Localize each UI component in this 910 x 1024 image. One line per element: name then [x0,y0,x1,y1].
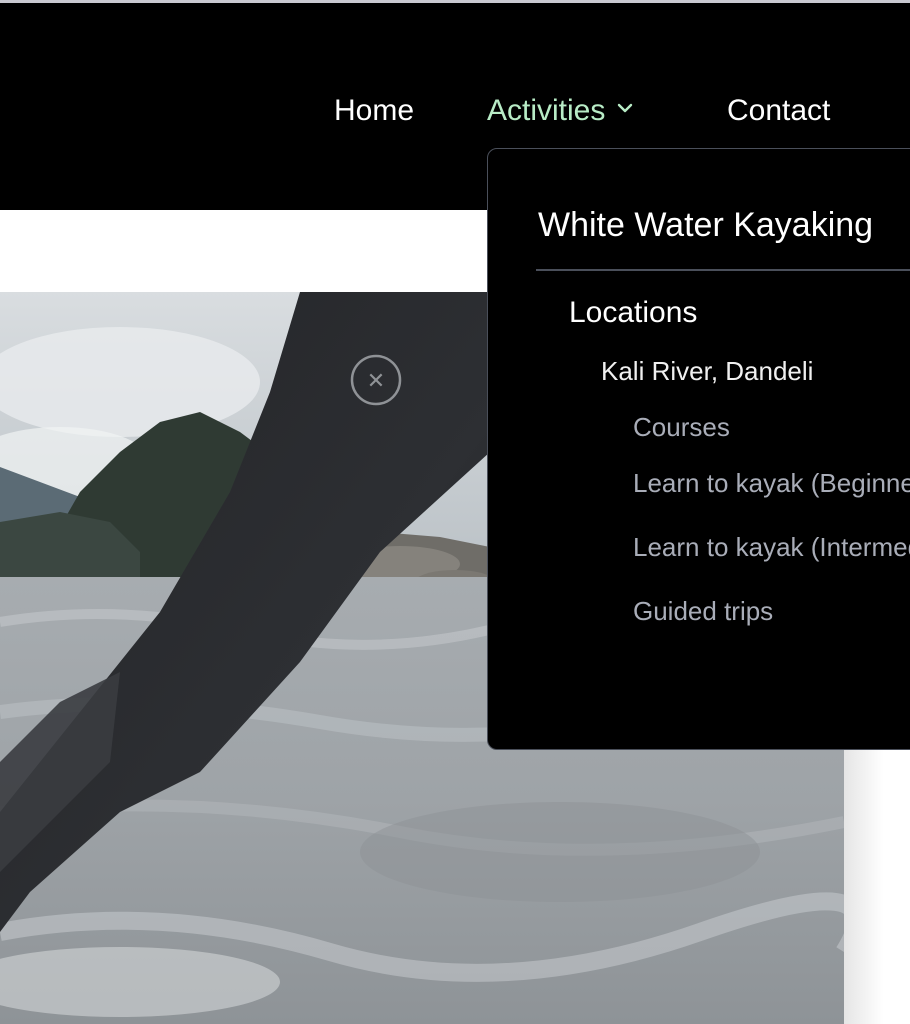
nav-home-link[interactable]: Home [334,91,414,131]
page: Home Activities Contact ✕ White Water Ka… [0,0,910,1024]
menu-item-intermediate-course[interactable]: Learn to kayak (Intermediate) [633,531,910,563]
dropdown-divider [536,269,910,271]
nav-contact-link[interactable]: Contact [727,91,830,131]
nav-activities-label: Activities [487,94,606,127]
chevron-down-icon [618,103,633,113]
nav-contact-label: Contact [727,94,831,127]
svg-text:✕: ✕ [367,369,385,394]
location-link-kali-river[interactable]: Kali River, Dandeli [601,355,813,387]
locations-label: Locations [569,296,698,329]
activities-dropdown-menu: White Water Kayaking Locations Kali Rive… [487,148,910,750]
nav-activities-link[interactable]: Activities [487,91,635,131]
nav-home-label: Home [334,94,415,127]
courses-label: Courses [633,412,730,442]
main-nav: Home Activities Contact [0,91,910,131]
menu-item-guided-trips[interactable]: Guided trips [633,595,773,627]
dropdown-heading[interactable]: White Water Kayaking [538,205,873,245]
menu-item-beginner-course[interactable]: Learn to kayak (Beginner) [633,467,910,499]
